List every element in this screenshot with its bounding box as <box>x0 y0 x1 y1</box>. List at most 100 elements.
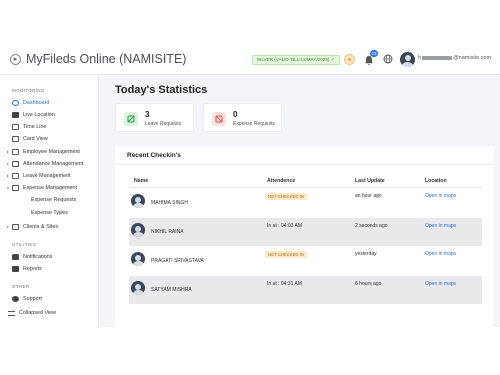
employee-avatar <box>131 252 145 266</box>
section-monitoring: MONITORING <box>12 88 45 93</box>
section-utilities: UTILITIES <box>12 242 37 247</box>
sidebar-item-clients-sites[interactable]: ▸ Clients & Sites <box>7 222 58 231</box>
leave-icon <box>12 172 19 179</box>
employee-avatar <box>131 223 145 237</box>
notification-count-badge: 23 <box>370 50 378 57</box>
sidebar-item-label: Dashboard <box>23 99 50 106</box>
stat-value: 0 <box>233 110 238 119</box>
status-badge: NOT CHECKED IN <box>265 251 307 258</box>
employee-name: SATYAM MISHRA <box>151 287 192 293</box>
dashboard-icon <box>12 99 19 106</box>
stat-card-leave-requests[interactable]: 3 Leave Requests <box>115 103 194 132</box>
collapse-view-label: Collapsed View <box>19 310 57 316</box>
sidebar-item-support[interactable]: Support <box>7 294 42 303</box>
employee-avatar <box>131 194 145 208</box>
page-title: Today's Statistics <box>115 84 208 96</box>
sidebar-item-leave-management[interactable]: ▸ Leave Management <box>7 171 71 180</box>
employee-icon <box>12 148 19 155</box>
column-header-location: Location <box>425 178 447 184</box>
redacted-bar <box>422 55 453 60</box>
employee-avatar <box>131 281 145 295</box>
sidebar-subitem-expense-types[interactable]: Expense Types <box>31 210 68 216</box>
open-in-maps-link[interactable]: Open in maps <box>425 281 456 287</box>
check-in-time: In at : 04:31 AM <box>267 281 303 287</box>
sidebar-toggle-icon[interactable]: ▸ <box>10 54 21 65</box>
sidebar-item-dashboard[interactable]: Dashboard <box>7 98 49 107</box>
last-update: 6 hours ago <box>355 281 382 287</box>
reports-icon <box>12 265 19 272</box>
bell-icon <box>12 253 19 260</box>
top-bar: ▸ MyFileds Online (NAMISITE) SILVER (VAL… <box>0 45 500 75</box>
check-in-time: In at : 04:03 AM <box>267 223 303 229</box>
table-row: NIKHIL RAINA In at : 04:03 AM 2 seconds … <box>129 218 482 246</box>
sidebar-item-reports[interactable]: Reports <box>7 264 42 273</box>
card-view-icon <box>12 135 19 142</box>
stat-card-expense-requests[interactable]: 0 Expense Requests <box>203 103 282 132</box>
sidebar-item-label: Card View <box>23 135 48 142</box>
leave-request-icon <box>124 112 138 126</box>
sidebar-subitem-expense-requests[interactable]: Expense Requests <box>31 197 76 203</box>
sidebar-item-card-view[interactable]: Card View <box>7 134 48 143</box>
table-row: PRAGATI SRIVASTAVA NOT CHECKED IN yester… <box>129 247 482 275</box>
table-row: SATYAM MISHRA In at : 04:31 AM 6 hours a… <box>129 276 482 304</box>
sidebar-item-notifications[interactable]: Notifications <box>7 252 52 261</box>
user-avatar[interactable] <box>400 52 415 67</box>
app-screen: ▸ MyFileds Online (NAMISITE) SILVER (VAL… <box>0 0 500 375</box>
stat-label: Expense Requests <box>233 121 275 127</box>
column-header-last-update: Last Update <box>355 178 385 184</box>
sidebar-item-label: Support <box>23 295 42 302</box>
plan-badge: SILVER (VALID TILL:12/MAY/2025) ✓ <box>252 55 340 65</box>
attendance-icon <box>12 160 19 167</box>
sidebar-item-label: Live Location <box>23 111 55 118</box>
column-header-name: Name <box>134 178 149 184</box>
last-update: yesterday <box>355 251 377 257</box>
table-row: MAHIMA SINGH NOT CHECKED IN an hour ago … <box>129 189 482 217</box>
sidebar-item-label: Expense Management <box>23 184 77 191</box>
app-title: MyFileds Online (NAMISITE) <box>26 52 187 66</box>
sidebar-item-time-line[interactable]: Time Line <box>7 122 46 131</box>
stat-label: Leave Requests <box>145 121 182 127</box>
sidebar-item-label: Leave Management <box>23 172 71 179</box>
open-in-maps-link[interactable]: Open in maps <box>425 251 456 257</box>
coin-icon[interactable] <box>344 54 355 65</box>
main-content: Today's Statistics 3 Leave Requests 0 Ex… <box>100 76 500 327</box>
collapse-view-button[interactable]: Collapsed View <box>8 310 56 316</box>
section-other: OTHER <box>12 284 30 289</box>
sidebar: MONITORING Dashboard Live Location Time … <box>0 76 99 327</box>
sidebar-item-live-location[interactable]: Live Location <box>7 110 55 119</box>
menu-icon <box>8 310 15 316</box>
globe-icon[interactable] <box>383 54 393 64</box>
open-in-maps-link[interactable]: Open in maps <box>425 223 456 229</box>
table-header: Name Attendence Last Update Location <box>129 176 482 188</box>
user-name-prefix: h <box>418 55 422 61</box>
notifications-button[interactable]: 23 <box>364 50 378 66</box>
employee-name: NIKHIL RAINA <box>151 229 184 235</box>
sidebar-item-employee-management[interactable]: ▸ Employee Management <box>7 147 80 156</box>
clients-icon <box>12 223 19 230</box>
last-update: 2 seconds ago <box>355 223 388 229</box>
location-icon <box>12 111 19 118</box>
sidebar-item-attendance-management[interactable]: ▸ Attendance Management <box>7 159 83 168</box>
sidebar-item-label: Reports <box>23 265 42 272</box>
sidebar-item-label: Employee Management <box>23 148 80 155</box>
expense-request-icon <box>212 112 226 126</box>
column-header-attendance: Attendence <box>267 178 296 184</box>
open-in-maps-link[interactable]: Open in maps <box>425 193 456 199</box>
employee-name: PRAGATI SRIVASTAVA <box>151 258 204 264</box>
expense-icon <box>12 184 19 191</box>
recent-checkins-card: Recent Checkin's Name Attendence Last Up… <box>115 146 494 327</box>
last-update: an hour ago <box>355 193 382 199</box>
user-name-suffix: @namisite.com <box>453 55 492 61</box>
sidebar-item-label: Time Line <box>23 123 47 130</box>
employee-name: MAHIMA SINGH <box>151 200 188 206</box>
sidebar-item-label: Attendance Management <box>23 160 84 167</box>
user-name[interactable]: h @namisite.com <box>418 55 491 61</box>
sidebar-item-expense-management[interactable]: ▾ Expense Management <box>7 183 77 192</box>
support-icon <box>12 295 19 302</box>
sidebar-item-label: Notifications <box>23 253 53 260</box>
status-badge: NOT CHECKED IN <box>265 193 307 200</box>
timeline-icon <box>12 123 19 130</box>
stat-value: 3 <box>145 110 150 119</box>
sidebar-item-label: Clients & Sites <box>23 223 59 230</box>
recent-checkins-title: Recent Checkin's <box>127 152 181 159</box>
